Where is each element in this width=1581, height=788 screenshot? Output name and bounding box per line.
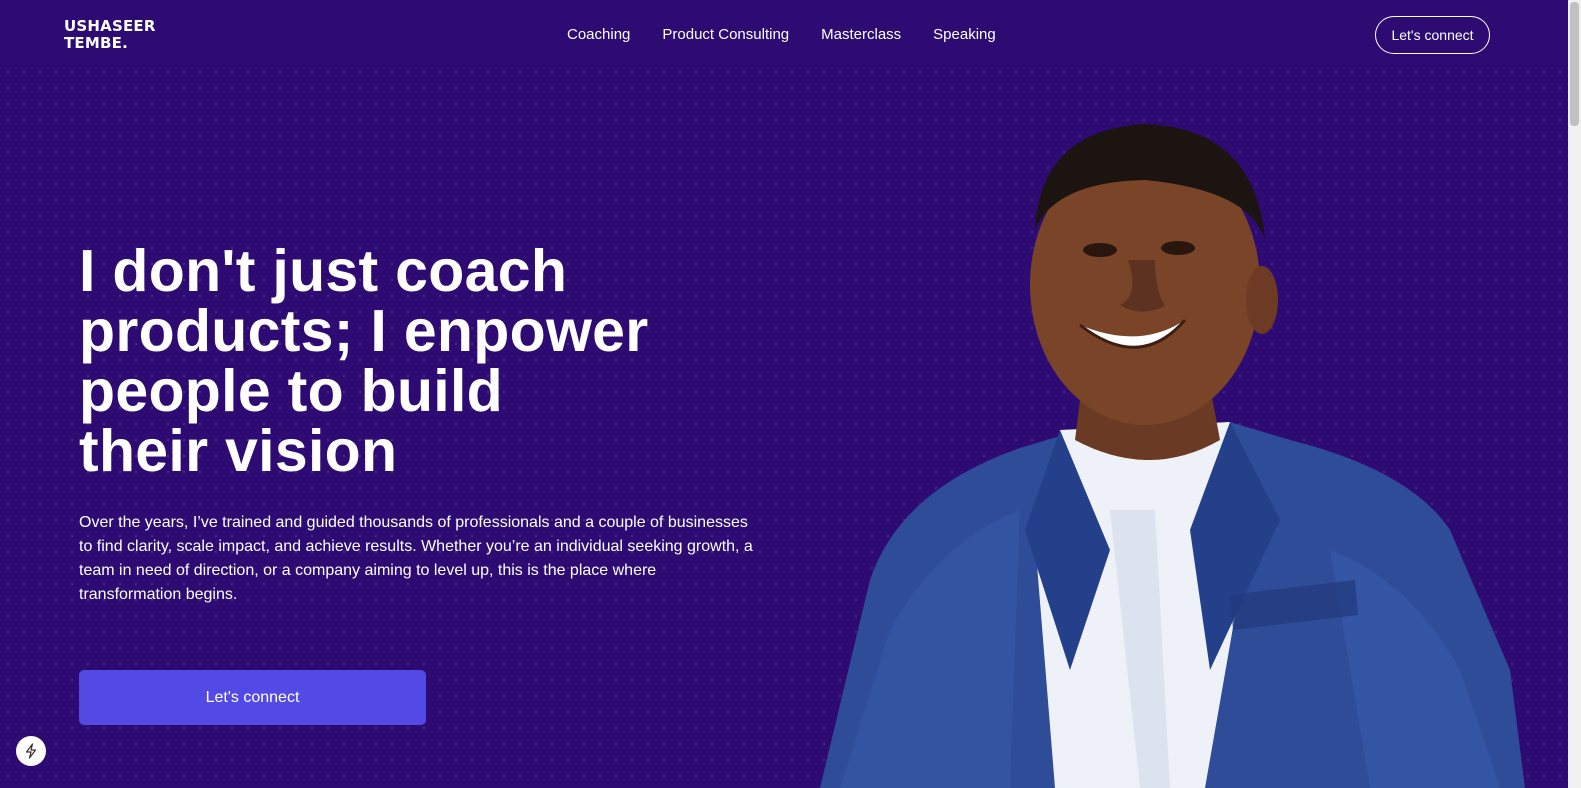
page-scrollbar[interactable] [1568,0,1581,788]
headline-line: I don't just coach [79,238,568,304]
nav-item-speaking[interactable]: Speaking [933,27,996,43]
headline-line: their vision [79,418,398,484]
headline-line: people to build [79,358,504,424]
scrollbar-thumb[interactable] [1570,2,1579,126]
landing-page: USHASEER TEMBE. Coaching Product Consult… [0,0,1581,788]
nav-item-coaching[interactable]: Coaching [567,27,630,43]
hero-headline: I don't just coach products; I enpower p… [79,241,779,481]
site-header: USHASEER TEMBE. Coaching Product Consult… [0,0,1568,68]
headline-line: products; I enpower [79,298,649,364]
hero-connect-button[interactable]: Let's connect [79,670,426,725]
lightning-bolt-icon[interactable] [16,736,46,766]
nav-item-product-consulting[interactable]: Product Consulting [662,27,789,43]
logo-line-2: TEMBE. [64,34,128,52]
portrait-image [820,124,1525,788]
nav-item-masterclass[interactable]: Masterclass [821,27,901,43]
header-connect-button[interactable]: Let's connect [1375,16,1490,54]
main-nav: Coaching Product Consulting Masterclass … [567,27,1028,43]
site-logo[interactable]: USHASEER TEMBE. [64,18,156,52]
hero-description: Over the years, I’ve trained and guided … [79,514,753,603]
logo-line-1: USHASEER [64,17,156,35]
lightning-bolt-glyph [25,743,37,759]
